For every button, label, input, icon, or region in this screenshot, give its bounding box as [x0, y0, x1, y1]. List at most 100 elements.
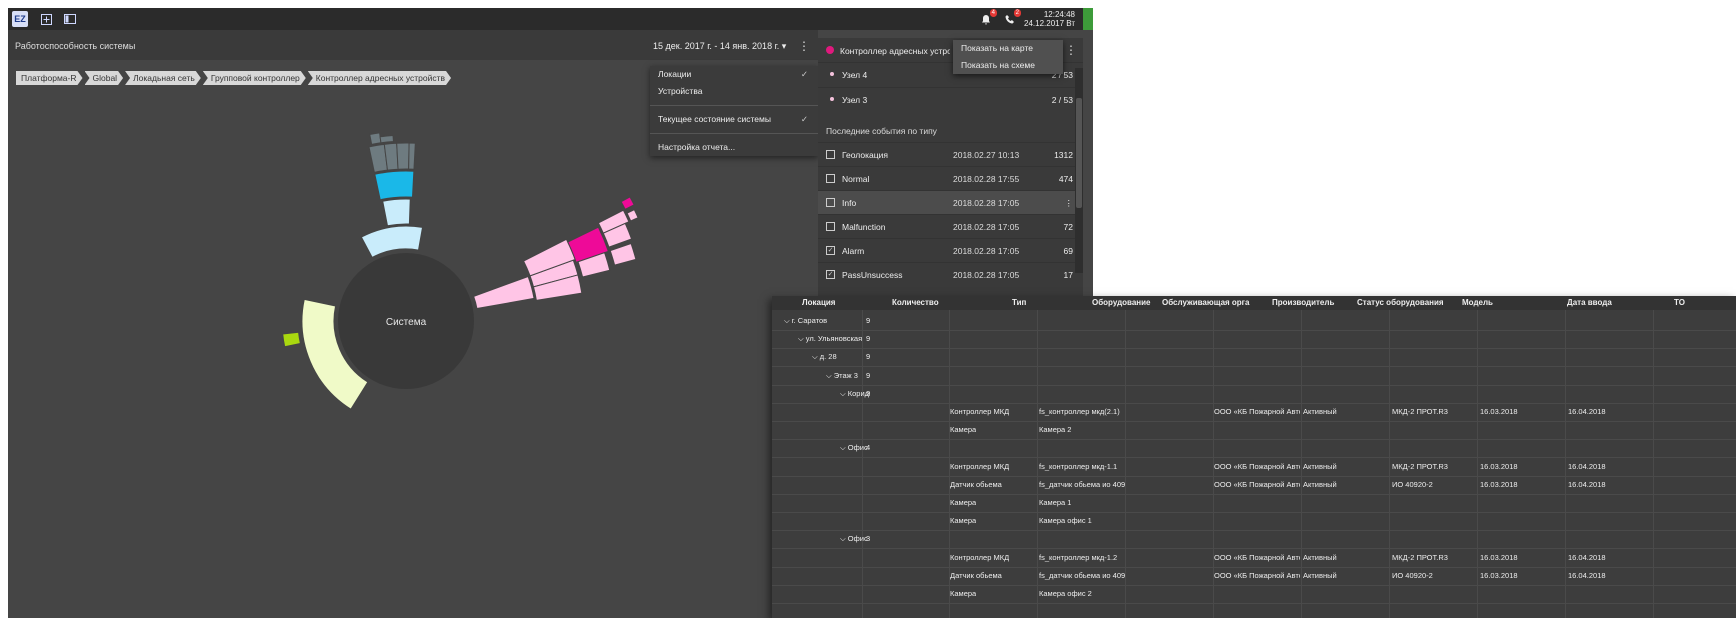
check-icon: ✓ [800, 69, 808, 79]
breadcrumb-item[interactable]: Групповой контроллер [203, 71, 306, 85]
event-row[interactable]: Геолокация 2018.02.27 10:13 1312 [818, 142, 1083, 166]
table-row[interactable]: Контроллер МКД fs_контроллер мкд-1.1 ООО «… [772, 458, 1736, 477]
context-menu: Показать на карте Показать на схеме [953, 40, 1063, 74]
breadcrumb-item[interactable]: Global [85, 71, 124, 85]
column-header[interactable]: Локация [802, 298, 835, 307]
event-checkbox[interactable] [826, 198, 835, 207]
tree-group-row[interactable]: ⌵ Этаж 3 9 [772, 367, 1736, 386]
menu-item-locations[interactable]: Локации ✓ [650, 66, 818, 83]
details-scrollbar[interactable] [1075, 68, 1083, 273]
breadcrumb-item[interactable]: Контроллер адресных устройств [308, 71, 451, 85]
sunburst-segment[interactable] [408, 142, 416, 170]
tree-group-row[interactable]: ⌵ д. 28 9 [772, 348, 1736, 368]
event-row[interactable]: ✓ Alarm 2018.02.28 17:05 69 [818, 238, 1083, 262]
event-row[interactable]: Malfunction 2018.02.28 17:05 72 [818, 214, 1083, 238]
column-header[interactable]: Тип [1012, 298, 1026, 307]
sunburst-segment[interactable] [473, 275, 535, 310]
sunburst-segment[interactable] [379, 134, 394, 144]
sunburst-segment[interactable] [374, 170, 415, 201]
breadcrumb: Платформа-R Global Локадьная сеть Группо… [16, 71, 453, 85]
node-row[interactable]: Узел 3 2 / 53 [818, 87, 1083, 112]
date-range-selector[interactable]: 15 дек. 2017 г. - 14 янв. 2018 г. ▾ [653, 41, 786, 52]
table-row[interactable]: Датчик обьема fs_датчик обьема ио 40920- О… [772, 476, 1736, 495]
event-name: Normal [842, 174, 870, 184]
equip-cell: Камера офис 1 [1039, 516, 1092, 526]
tree-group-row[interactable]: ⌵ Коридор Сє2 [772, 385, 1736, 404]
sunburst-center-label: Система [386, 317, 427, 328]
location-cell[interactable]: ⌵ Этаж 3 [826, 371, 858, 381]
tree-group-row[interactable]: ⌵ г. Саратов 9 [772, 312, 1736, 331]
event-checkbox[interactable] [826, 174, 835, 183]
location-cell[interactable]: ⌵ ул. Ульяновская [798, 334, 862, 344]
mfr-cell: ООО «КБ Пожарной Автомат [1214, 552, 1300, 562]
event-checkbox[interactable] [826, 150, 835, 159]
sunburst-segment[interactable] [609, 242, 637, 266]
column-header[interactable]: Обслуживающая организ [1162, 298, 1250, 307]
location-cell[interactable]: ⌵ г. Саратов [784, 316, 827, 326]
event-date: 2018.02.28 17:05 [953, 222, 1020, 232]
type-cell: Датчик обьема [950, 479, 1002, 489]
event-checkbox[interactable]: ✓ [826, 270, 835, 279]
table-row[interactable]: Датчик обьема fs_датчик обьема ио 40920- О… [772, 567, 1736, 586]
menu-item-current-state[interactable]: Текущее состояние системы ✓ [650, 111, 818, 128]
menu-item-report-settings[interactable]: Настройка отчета... [650, 139, 818, 156]
event-name: Геолокация [842, 150, 888, 160]
type-cell: Камера [950, 425, 977, 435]
table-row[interactable]: Камера Камера офис 2 [772, 585, 1736, 604]
column-header[interactable]: Количество [892, 298, 939, 307]
table-row[interactable]: Камера Камера 1 [772, 494, 1736, 513]
tree-group-row[interactable]: ⌵ ул. Ульяновская 9 [772, 330, 1736, 350]
breadcrumb-item[interactable]: Локадьная сеть [125, 71, 201, 85]
model-cell: МКД-2 ПРОТ.R3 [1392, 552, 1448, 562]
column-header[interactable]: ТО [1674, 298, 1685, 307]
scrollbar-thumb[interactable] [1076, 98, 1082, 208]
type-cell: Контроллер МКД [950, 461, 1010, 471]
app-logo-icon[interactable]: EZ [12, 11, 28, 27]
column-header[interactable]: Модель [1462, 298, 1493, 307]
table-row[interactable]: Камера Камера офис 1 [772, 512, 1736, 532]
equip-cell: fs_контроллер мкд-1.1 [1039, 461, 1118, 471]
notification-bell-icon[interactable]: 4 [978, 9, 997, 27]
node-label: Узел 3 [842, 95, 868, 105]
events-title: Последние события по типу [826, 126, 937, 136]
sunburst-segment[interactable] [382, 198, 411, 227]
column-header[interactable]: Дата ввода [1567, 298, 1612, 307]
event-row[interactable]: Info 2018.02.28 17:05 ⋮ [818, 190, 1083, 214]
event-name: PassUnsuccess [842, 270, 903, 280]
menu-item-show-on-scheme[interactable]: Показать на схеме [953, 57, 1063, 74]
sunburst-segment[interactable] [282, 331, 301, 348]
column-header[interactable]: Производитель [1272, 298, 1334, 307]
column-header[interactable]: Оборудование [1092, 298, 1151, 307]
sunburst-segment[interactable] [360, 225, 424, 259]
clock: 12:24:48 24.12.2017 Вт [1024, 10, 1075, 28]
model-cell: ИО 40920-2 [1392, 570, 1433, 580]
table-row[interactable]: Камера Камера 2 [772, 421, 1736, 441]
add-icon[interactable] [38, 11, 54, 27]
equip-cell: Камера 1 [1039, 498, 1072, 507]
sunburst-segment[interactable] [369, 133, 382, 145]
event-date: 2018.02.27 10:13 [953, 150, 1020, 160]
event-checkbox[interactable]: ✓ [826, 246, 835, 255]
phone-icon[interactable]: 2 [1002, 9, 1021, 27]
table-row[interactable]: Контроллер МКД fs_контроллер мкд-1.2 ООО «… [772, 549, 1736, 568]
event-row[interactable]: ✓ PassUnsuccess 2018.02.28 17:05 17 [818, 262, 1083, 286]
panel-toggle-icon[interactable] [62, 11, 78, 27]
menu-item-show-on-map[interactable]: Показать на карте [953, 40, 1063, 57]
sunburst-segment[interactable] [396, 142, 410, 170]
sunburst-segment[interactable] [620, 196, 635, 210]
sunburst-segment[interactable] [626, 208, 639, 222]
column-header[interactable]: Статус оборудования [1357, 298, 1444, 307]
table-row[interactable]: Контроллер МКД fs_контроллер мкд(2.1) ООО … [772, 403, 1736, 422]
event-row-kebab-icon[interactable]: ⋮ [1065, 198, 1074, 209]
clock-date: 24.12.2017 Вт [1024, 19, 1075, 28]
event-row[interactable]: Normal 2018.02.28 17:55 474 [818, 166, 1083, 190]
menu-item-devices[interactable]: Устройства [650, 83, 818, 100]
toolbar: Работоспособность системы 15 дек. 2017 г… [8, 30, 818, 60]
view-options-kebab-icon[interactable]: ⋮ [798, 40, 810, 52]
location-cell[interactable]: ⌵ д. 28 [812, 352, 837, 362]
details-kebab-icon[interactable]: ⋮ [1065, 44, 1077, 56]
breadcrumb-item[interactable]: Платформа-R [16, 71, 83, 85]
tree-group-row[interactable]: ⌵ Офис Сарат4 [772, 439, 1736, 459]
tree-group-row[interactable]: ⌵ Офис Сарат3 [772, 530, 1736, 550]
event-checkbox[interactable] [826, 222, 835, 231]
